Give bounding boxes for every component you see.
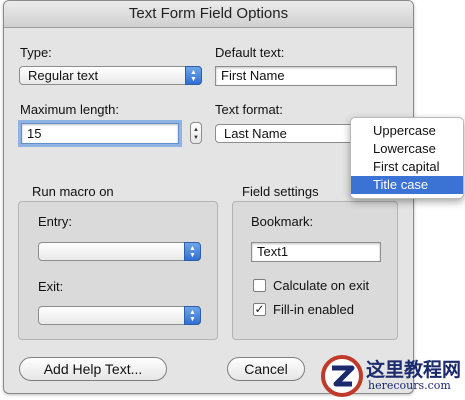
watermark: 这里教程网 herecours.com	[318, 352, 465, 400]
stepper-down-icon[interactable]: ▼	[191, 135, 201, 141]
cancel-button[interactable]: Cancel	[227, 357, 305, 381]
text-format-menu: Uppercase Lowercase First capital Title …	[350, 117, 464, 199]
entry-macro-popup[interactable]: ▲ ▼	[38, 242, 201, 261]
field-settings-title: Field settings	[242, 184, 319, 199]
popup-arrows-icon: ▲ ▼	[184, 306, 201, 325]
stepper-up-icon[interactable]: ▲	[191, 127, 201, 133]
field-settings-group: Bookmark: Text1 Calculate on exit ✓ Fill…	[232, 201, 398, 340]
text-format-popup[interactable]: Last Name	[215, 124, 357, 143]
calculate-on-exit-label: Calculate on exit	[273, 278, 370, 293]
fill-in-enabled-label: Fill-in enabled	[273, 302, 354, 317]
type-popup[interactable]: Regular text ▲ ▼	[19, 66, 202, 85]
menu-item-lowercase[interactable]: Lowercase	[351, 140, 463, 158]
text-format-label: Text format:	[215, 102, 283, 117]
default-text-label: Default text:	[215, 45, 285, 60]
checkmark-icon: ✓	[254, 302, 265, 316]
dialog-title: Text Form Field Options	[4, 1, 413, 28]
calculate-on-exit-checkbox[interactable]	[253, 279, 266, 292]
default-text-field[interactable]: First Name	[215, 66, 397, 86]
type-label: Type:	[20, 45, 52, 60]
menu-item-first-capital[interactable]: First capital	[351, 158, 463, 176]
maximum-length-field[interactable]: 15	[21, 123, 179, 144]
menu-item-uppercase[interactable]: Uppercase	[351, 122, 463, 140]
popup-arrows-icon: ▲ ▼	[185, 66, 202, 85]
maximum-length-stepper[interactable]: ▲ ▼	[190, 122, 202, 144]
exit-label: Exit:	[38, 279, 64, 294]
text-format-popup-value: Last Name	[224, 126, 287, 141]
run-macro-title: Run macro on	[32, 184, 114, 199]
bookmark-label: Bookmark:	[251, 214, 314, 229]
entry-label: Entry:	[38, 214, 72, 229]
type-popup-value: Regular text	[28, 68, 99, 83]
watermark-url: herecours.com	[368, 379, 451, 392]
menu-item-title-case[interactable]: Title case	[351, 176, 463, 194]
watermark-text: 这里教程网	[366, 359, 462, 381]
exit-macro-popup[interactable]: ▲ ▼	[38, 306, 201, 325]
popup-arrows-icon: ▲ ▼	[184, 242, 201, 261]
maximum-length-label: Maximum length:	[20, 102, 119, 117]
fill-in-enabled-checkbox[interactable]: ✓	[253, 303, 266, 316]
add-help-text-button[interactable]: Add Help Text...	[19, 357, 167, 381]
bookmark-field[interactable]: Text1	[251, 242, 381, 262]
watermark-logo-icon	[321, 355, 363, 397]
run-macro-group: Entry: ▲ ▼ Exit: ▲ ▼	[18, 201, 218, 340]
